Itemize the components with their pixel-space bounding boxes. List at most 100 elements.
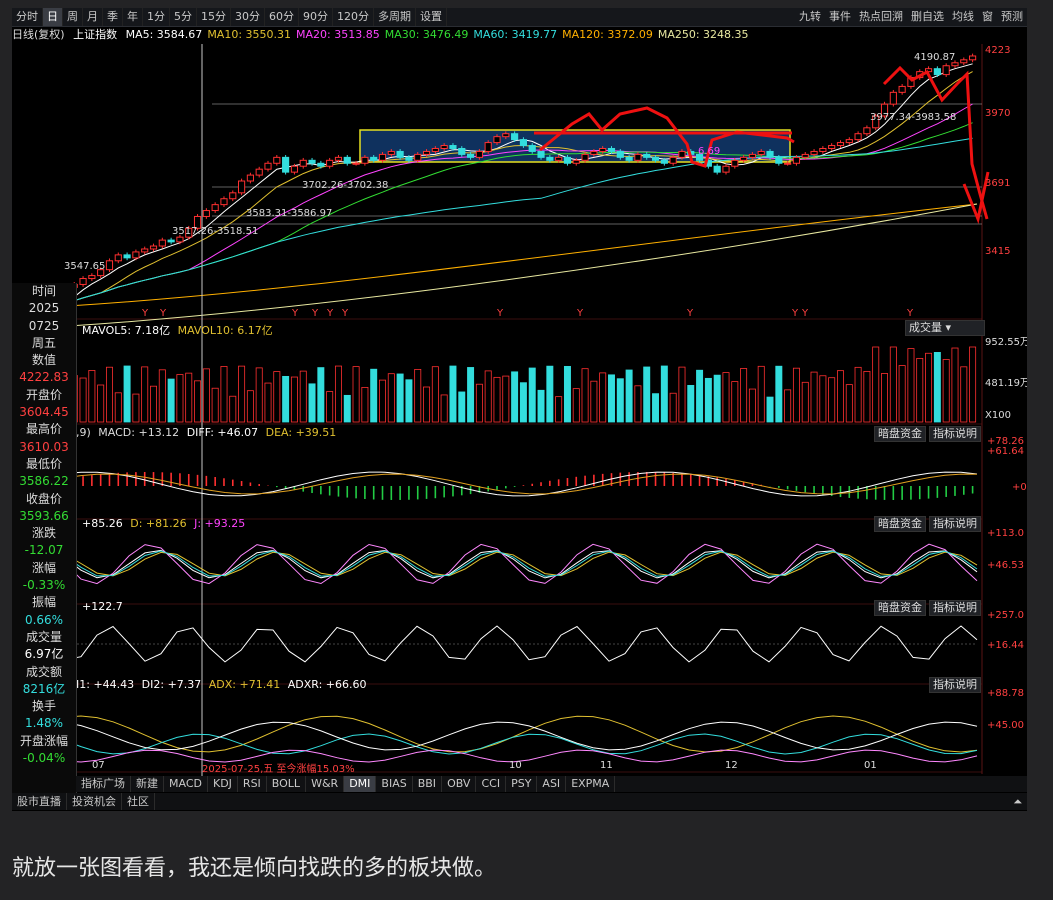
dark-funds-button[interactable]: 暗盘资金	[874, 600, 926, 616]
period-tab[interactable]: 30分	[231, 8, 265, 26]
bottom-tab[interactable]: 社区	[122, 793, 155, 810]
bottom-tab[interactable]: 投资机会	[67, 793, 122, 810]
indicator-help-button[interactable]: 指标说明	[929, 516, 981, 532]
volume-bar	[881, 373, 889, 423]
ma-line	[21, 137, 973, 313]
x-tick: 10	[509, 760, 522, 771]
indicator-help-button[interactable]: 指标说明	[929, 600, 981, 616]
info-key: 最低价	[25, 456, 62, 471]
volume-bar	[546, 365, 554, 423]
indicator-tab[interactable]: RSI	[238, 776, 267, 792]
candle-body	[660, 159, 668, 164]
dark-funds-button[interactable]: 暗盘资金	[874, 426, 926, 442]
d-line	[16, 551, 978, 577]
k-line	[16, 549, 978, 579]
toolbar-right-button[interactable]: 均线	[948, 8, 978, 26]
candle-body	[836, 142, 845, 147]
period-tab[interactable]: 分时	[12, 8, 43, 26]
toolbar-right-button[interactable]: 预测	[997, 8, 1027, 26]
post-caption: 就放一张图看看，我还是倾向找跌的多的板块做。	[12, 856, 497, 881]
candle-body	[264, 162, 272, 170]
dark-funds-button[interactable]: 暗盘资金	[874, 516, 926, 532]
volume-bar	[616, 378, 624, 423]
toolbar-right-button[interactable]: 九转	[795, 8, 825, 26]
period-tab[interactable]: 日	[43, 8, 63, 26]
info-value: 6.97亿	[24, 647, 64, 662]
info-key: 开盘涨幅	[19, 733, 68, 748]
cursor-date: 2025-07-25,五 至今涨幅15.03%	[202, 764, 355, 775]
volume-bar	[211, 387, 219, 423]
period-tab[interactable]: 60分	[265, 8, 299, 26]
indicator-tab[interactable]: W&R	[306, 776, 345, 792]
period-tab[interactable]: 5分	[170, 8, 197, 26]
candle-body	[405, 156, 413, 161]
volume-bar	[669, 392, 677, 423]
toolbar-right-button[interactable]: 热点回溯	[855, 8, 907, 26]
volume-bar	[238, 365, 246, 423]
candle-body	[722, 165, 730, 173]
scroll-up-icon[interactable]: ⏶	[1008, 793, 1027, 810]
x-tick: 11	[600, 760, 613, 771]
indicator-help-button[interactable]: 指标说明	[929, 426, 981, 442]
volume-bar	[537, 389, 545, 423]
info-key: 振幅	[31, 595, 56, 610]
candle-body	[176, 236, 184, 243]
ma-value: MA60: 3419.77	[473, 28, 558, 41]
info-key: 涨幅	[31, 560, 56, 575]
candle-body	[951, 62, 959, 67]
annotation-high: 4190.87	[914, 52, 956, 63]
dmi-axis: +45.00	[987, 720, 1025, 731]
indicator-help-button[interactable]: 指标说明	[929, 677, 981, 693]
volume-select[interactable]: 成交量 ▾	[905, 320, 985, 336]
period-tab[interactable]: 月	[83, 8, 103, 26]
volume-bar	[387, 373, 395, 423]
volume-bar	[660, 365, 668, 423]
volume-bar	[141, 366, 149, 423]
signal-marker: Y	[801, 308, 809, 319]
period-tab[interactable]: 15分	[197, 8, 231, 26]
indicator-tab[interactable]: PSY	[506, 776, 538, 792]
volume-bar	[308, 383, 316, 423]
volume-bar	[572, 388, 580, 423]
period-tab[interactable]: 多周期	[374, 8, 416, 26]
candle-body	[792, 156, 801, 164]
indicator-tab[interactable]: BOLL	[267, 776, 307, 792]
candle-body	[352, 162, 360, 165]
indicator-tab[interactable]: MACD	[164, 776, 208, 792]
indicator-tab[interactable]: CCI	[476, 776, 507, 792]
volume-bar	[863, 370, 871, 423]
indicator-tab[interactable]: BIAS	[376, 776, 413, 792]
candle-body	[299, 159, 307, 167]
volume-header: MAVOL5: 7.18亿 MAVOL10: 6.17亿	[82, 322, 277, 338]
indicator-tab[interactable]: BBI	[413, 776, 443, 792]
indicator-tab[interactable]: ASI	[537, 776, 567, 792]
indicator-tab[interactable]: EXPMA	[566, 776, 616, 792]
indicator-tab[interactable]: 新建	[131, 776, 164, 792]
candle-body	[308, 159, 316, 164]
period-tab[interactable]: 周	[63, 8, 83, 26]
signal-marker: Y	[686, 308, 694, 319]
volume-bar	[722, 372, 730, 423]
indicator-tab[interactable]: OBV	[442, 776, 477, 792]
volume-bar	[889, 346, 897, 423]
bottom-tab[interactable]: 股市直播	[12, 793, 67, 810]
volume-bar	[194, 380, 202, 423]
ma-mode-label[interactable]: 日线(复权)	[12, 28, 65, 41]
indicator-tab[interactable]: 指标广场	[76, 776, 131, 792]
period-tab[interactable]: 90分	[299, 8, 333, 26]
candle-body	[748, 153, 756, 158]
toolbar-right-button[interactable]: 窗	[978, 8, 997, 26]
info-key: 数值	[31, 353, 56, 368]
period-tab[interactable]: 设置	[416, 8, 447, 26]
indicator-tabs: 指标广场 新建 MACD KDJ RSI BOLL W&R DMI BIAS BBI OBV CCI P…	[76, 776, 1027, 792]
toolbar-right-button[interactable]: 事件	[825, 8, 855, 26]
period-tab[interactable]: 120分	[333, 8, 374, 26]
indicator-tab[interactable]: KDJ	[208, 776, 238, 792]
period-tab[interactable]: 年	[123, 8, 143, 26]
period-tab[interactable]: 季	[103, 8, 123, 26]
period-tab[interactable]: 1分	[143, 8, 170, 26]
indicator-tab[interactable]: DMI	[344, 776, 377, 792]
volume-bar	[396, 373, 404, 423]
vol-axis: X100	[985, 410, 1011, 421]
toolbar-right-button[interactable]: 删自选	[907, 8, 948, 26]
